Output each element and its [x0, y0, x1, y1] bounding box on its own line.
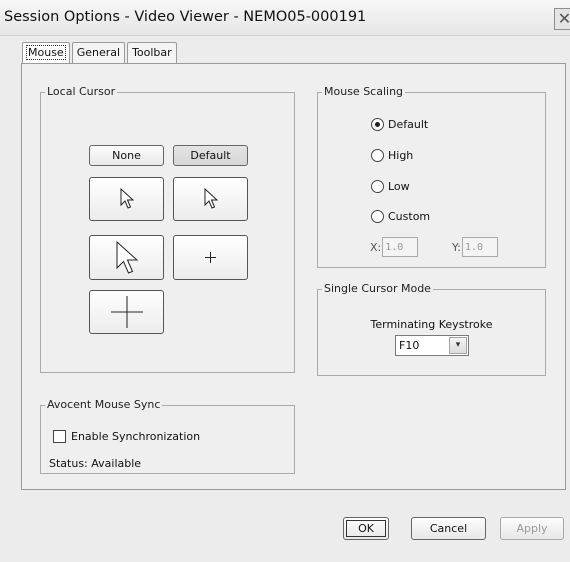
none-cursor-button[interactable]: None [89, 145, 164, 166]
cursor-option-small-crosshair[interactable] [173, 235, 248, 280]
local-cursor-legend: Local Cursor [45, 85, 118, 99]
close-button[interactable]: ✕ [554, 8, 570, 30]
scaling-custom-option[interactable]: Custom [371, 210, 430, 223]
enable-sync-label: Enable Synchronization [71, 430, 201, 443]
radio-low[interactable] [371, 180, 384, 193]
scaling-default-label: Default [388, 118, 429, 131]
title-bar: Session Options - Video Viewer - NEMO05-… [0, 0, 570, 36]
scaling-high-label: High [388, 149, 414, 162]
cursor-option-small-arrow-1[interactable] [89, 177, 164, 221]
close-icon: ✕ [557, 9, 570, 28]
mouse-tab-panel: Local Cursor None Default Mouse Scaling … [21, 63, 566, 490]
scaling-custom-label: Custom [388, 210, 431, 223]
large-arrow-cursor-icon [116, 240, 138, 274]
mouse-sync-group: Avocent Mouse Sync Enable Synchronizatio… [40, 398, 295, 474]
y-scale: Y: [452, 237, 498, 257]
single-cursor-mode-group: Single Cursor Mode Terminating Keystroke… [317, 282, 546, 376]
x-scale: X: [370, 237, 419, 257]
ok-button[interactable]: OK [343, 517, 389, 540]
tab-strip: Mouse General Toolbar [22, 42, 179, 64]
cursor-option-large-arrow[interactable] [89, 235, 164, 280]
tab-mouse[interactable]: Mouse [22, 42, 70, 64]
sync-status-value: Available [91, 457, 142, 470]
radio-default[interactable] [371, 118, 384, 131]
radio-high[interactable] [371, 149, 384, 162]
tab-general[interactable]: General [71, 42, 126, 63]
enable-sync-checkbox[interactable] [53, 430, 66, 443]
terminating-keystroke-value: F10 [399, 339, 420, 352]
chevron-down-icon[interactable]: ▾ [449, 337, 467, 354]
small-crosshair-icon [205, 252, 216, 263]
scaling-low-label: Low [388, 180, 410, 193]
mouse-scaling-legend: Mouse Scaling [322, 85, 406, 99]
arrow-cursor-icon [120, 188, 134, 209]
tab-toolbar[interactable]: Toolbar [127, 42, 177, 63]
default-cursor-button[interactable]: Default [173, 145, 248, 166]
window-title: Session Options - Video Viewer - NEMO05-… [4, 9, 367, 25]
arrow-cursor-icon [204, 188, 218, 209]
terminating-keystroke-select[interactable]: F10 ▾ [395, 335, 469, 356]
local-cursor-group: Local Cursor None Default [40, 85, 295, 373]
x-scale-label: X: [370, 240, 382, 254]
mouse-scaling-group: Mouse Scaling Default High Low Custom X:… [317, 85, 546, 268]
y-scale-label: Y: [452, 240, 461, 254]
scaling-low-option[interactable]: Low [371, 180, 410, 193]
terminating-keystroke-label: Terminating Keystroke [370, 318, 493, 331]
large-crosshair-icon [110, 296, 143, 328]
single-cursor-mode-legend: Single Cursor Mode [322, 282, 433, 296]
mouse-sync-legend: Avocent Mouse Sync [45, 398, 163, 412]
apply-button[interactable]: Apply [500, 517, 564, 540]
enable-sync-row[interactable]: Enable Synchronization [53, 430, 200, 443]
cursor-option-small-arrow-2[interactable] [173, 177, 248, 221]
cancel-button[interactable]: Cancel [411, 517, 486, 540]
radio-custom[interactable] [371, 210, 384, 223]
scaling-default-option[interactable]: Default [371, 118, 428, 131]
x-scale-input[interactable] [382, 237, 419, 257]
sync-status-label: Status: [49, 457, 88, 470]
y-scale-input[interactable] [461, 237, 498, 257]
scaling-high-option[interactable]: High [371, 149, 413, 162]
sync-status: Status: Available [49, 457, 141, 470]
cursor-option-large-crosshair[interactable] [89, 290, 164, 334]
